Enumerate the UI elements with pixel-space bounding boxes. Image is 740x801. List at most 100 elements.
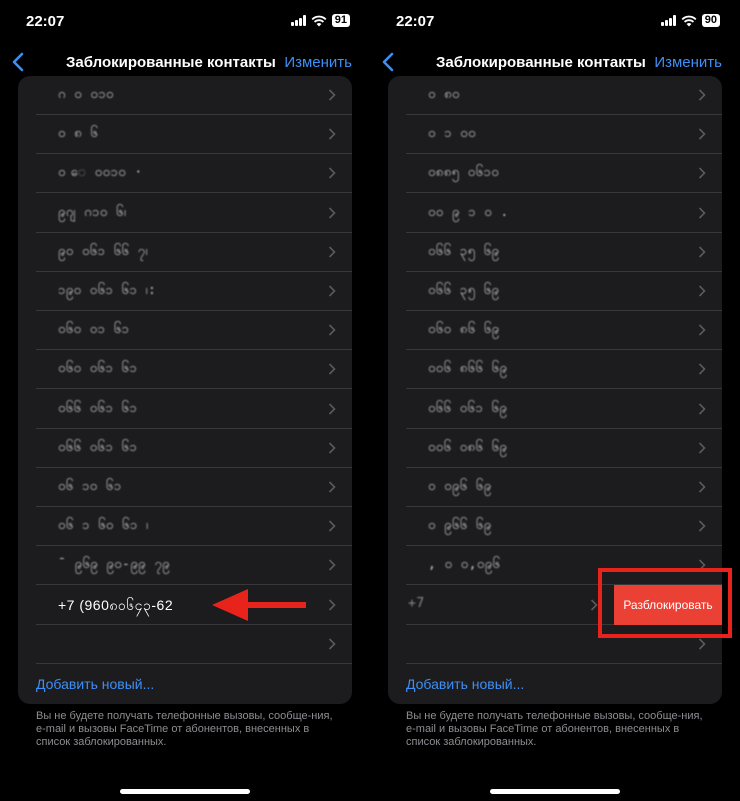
chevron-right-icon (698, 403, 706, 415)
back-chevron-icon[interactable] (378, 50, 400, 74)
annotation-arrow-icon (212, 589, 306, 621)
contact-row[interactable]: ဝ၈၈၅ ဝ၆၁၀ (388, 154, 722, 194)
row-divider (36, 662, 352, 664)
contact-number: ၀၆ဝ ဝ၁ ၆၁ (58, 322, 130, 338)
chevron-right-icon (328, 520, 336, 532)
contact-row[interactable] (18, 625, 352, 664)
status-time: 22:07 (396, 13, 435, 30)
contact-row[interactable]: ˉ ၉၆၉ ၉၀-၉၉ ၇၉ (18, 546, 352, 586)
contact-row[interactable]: ဝ၆၆ ၃၅ ၆၉ (388, 272, 722, 311)
comparison-screenshots: 22:07 91 Заблокированные контакты Измени… (0, 0, 740, 801)
contact-number: ၀၆ဝ ဝ၆၁ ၆၁ (58, 361, 138, 377)
chevron-right-icon (698, 128, 706, 140)
contact-row[interactable]: ဝ၀၆ ၈၆၆ ၆၉ (388, 350, 722, 390)
home-indicator (120, 789, 250, 794)
chevron-right-icon (698, 285, 706, 297)
contact-number: ဝ၆၆ ၃၅ ၆၉ (428, 243, 500, 259)
contact-number: ဝ၆၆ ဝ၆၁ ၆၉ (428, 400, 508, 416)
status-icons: 90 (660, 14, 720, 27)
contact-row[interactable]: ဝ ၉၆၆ ၆၉ (388, 507, 722, 547)
chevron-right-icon (698, 520, 706, 532)
chevron-right-icon (698, 246, 706, 258)
contact-row[interactable]: ၁၉၀ ဝ၆၁ ၆၁ ၊: (18, 272, 352, 311)
contact-row[interactable]: ၀၆ ၁ ၆၀ ၆၁ ၊ (18, 507, 352, 547)
contact-number: ဝ ၈ ၆ (58, 126, 99, 142)
contact-number: ဝ၀ ၉ ၁ ၀ . (428, 204, 509, 220)
chevron-right-icon (328, 167, 336, 179)
contact-row[interactable]: ၀ ၀၉၆ ၆၉ (388, 468, 722, 507)
battery-icon: 91 (331, 14, 350, 27)
contact-row[interactable]: ၀၆ဝ ဝ၆၁ ၆၁ (18, 350, 352, 390)
contact-row[interactable]: ဝ ၈ ၆ (18, 115, 352, 155)
wifi-icon (311, 15, 327, 26)
cellular-signal-icon (290, 15, 306, 26)
chevron-right-icon (328, 481, 336, 493)
contact-number: , ၀ ၀,၀၉၆ (428, 557, 501, 573)
contact-row[interactable]: ဝ ၁ ၀၀ (388, 115, 722, 155)
contact-row[interactable]: ဝ၆၆ ဝ၆၁ ၆၁ (18, 390, 352, 429)
contact-row[interactable]: ၀၆ဝ ဝ၁ ၆၁ (18, 311, 352, 351)
contact-row[interactable]: ၉ဝ ဝ၆၁ ၆၆ ၇၊ (18, 233, 352, 272)
chevron-right-icon (698, 442, 706, 454)
chevron-right-icon (698, 638, 706, 650)
wifi-icon (681, 15, 697, 26)
annotation-highlight-box (598, 568, 732, 638)
status-icons: 91 (290, 14, 350, 27)
chevron-right-icon (328, 89, 336, 101)
contact-number: +7 (960၈၀၆၄၃-62 (58, 596, 174, 613)
contact-number: ဝ ၁ ၀၀ (428, 126, 476, 142)
contact-number: ဝ၆၆ ၃၅ ၆၉ (428, 283, 500, 298)
contact-number: ဝ၆၆ ဝ၆၁ ၆၁ (58, 439, 138, 455)
chevron-right-icon (328, 207, 336, 219)
status-time: 22:07 (26, 13, 65, 30)
chevron-right-icon (328, 638, 336, 650)
home-indicator (490, 789, 620, 794)
contact-number: ဝ၈၈၅ ဝ၆၁၀ (428, 165, 500, 181)
chevron-right-icon (698, 167, 706, 179)
contact-number: ၉ဂျ ဂ၁၀ ၆၊ (58, 204, 127, 220)
contact-number: +7 (408, 595, 425, 611)
chevron-right-icon (698, 324, 706, 336)
contact-number: ဂ ဝ ၀၁၀ (58, 87, 114, 102)
contact-row[interactable]: ၉ဂျ ဂ၁၀ ၆၊ (18, 194, 352, 233)
contact-row[interactable]: ၀၆၀ ၈၆ ၆၉ (388, 311, 722, 351)
contact-row[interactable]: ဝ ေ ၀၀၁၀ · (18, 154, 352, 194)
row-divider (406, 662, 722, 664)
edit-button[interactable]: Изменить (284, 54, 352, 71)
chevron-right-icon (590, 599, 598, 611)
contact-row[interactable]: ဝ၆ ၁ဝ ၆၁ (18, 468, 352, 507)
blocked-footnote: Вы не будете получать телефонные вызовы,… (406, 710, 703, 748)
contact-row[interactable]: ဝ၀ ၉ ၁ ၀ . (388, 194, 722, 233)
add-new-button[interactable]: Добавить новый... (406, 676, 524, 692)
chevron-right-icon (328, 246, 336, 258)
chevron-right-icon (698, 207, 706, 219)
contact-number: ဝ၆၆ ဝ၆၁ ၆၁ (58, 400, 138, 416)
chevron-right-icon (698, 89, 706, 101)
contact-number: ဝ၀၆ ၈၆၆ ၆၉ (428, 361, 508, 377)
contact-number: ဝ ၈၀ (428, 87, 460, 102)
contact-row[interactable]: ဝ၆၆ ဝ၆၁ ၆၁ (18, 429, 352, 468)
contact-row[interactable]: ဝ၀၆ ဝ၈၆ ၆၉ (388, 429, 722, 468)
chevron-right-icon (328, 403, 336, 415)
edit-button[interactable]: Изменить (654, 54, 722, 71)
contact-number: ဝ ၉၆၆ ၆၉ (428, 518, 492, 534)
back-chevron-icon[interactable] (8, 50, 30, 74)
chevron-right-icon (698, 363, 706, 375)
contact-number: ၁၉၀ ဝ၆၁ ၆၁ ၊: (58, 283, 157, 298)
page-title: Заблокированные контакты (66, 54, 276, 71)
cellular-signal-icon (660, 15, 676, 26)
contact-number: ၀ ၀၉၆ ၆၉ (428, 479, 492, 494)
contact-number: ဝ၀၆ ဝ၈၆ ၆၉ (428, 439, 508, 455)
contact-row[interactable]: ဂ ဝ ၀၁၀ (18, 76, 352, 115)
contact-row[interactable]: ဝ ၈၀ (388, 76, 722, 115)
chevron-right-icon (328, 285, 336, 297)
contact-number: ဝ၆ ၁ဝ ၆၁ (58, 479, 122, 494)
left-screen: 22:07 91 Заблокированные контакты Измени… (0, 0, 370, 801)
contact-row[interactable]: ဝ၆၆ ၃၅ ၆၉ (388, 233, 722, 272)
chevron-right-icon (698, 481, 706, 493)
add-new-button[interactable]: Добавить новый... (36, 676, 154, 692)
chevron-right-icon (328, 128, 336, 140)
chevron-right-icon (328, 324, 336, 336)
chevron-right-icon (328, 599, 336, 611)
contact-row[interactable]: ဝ၆၆ ဝ၆၁ ၆၉ (388, 390, 722, 429)
